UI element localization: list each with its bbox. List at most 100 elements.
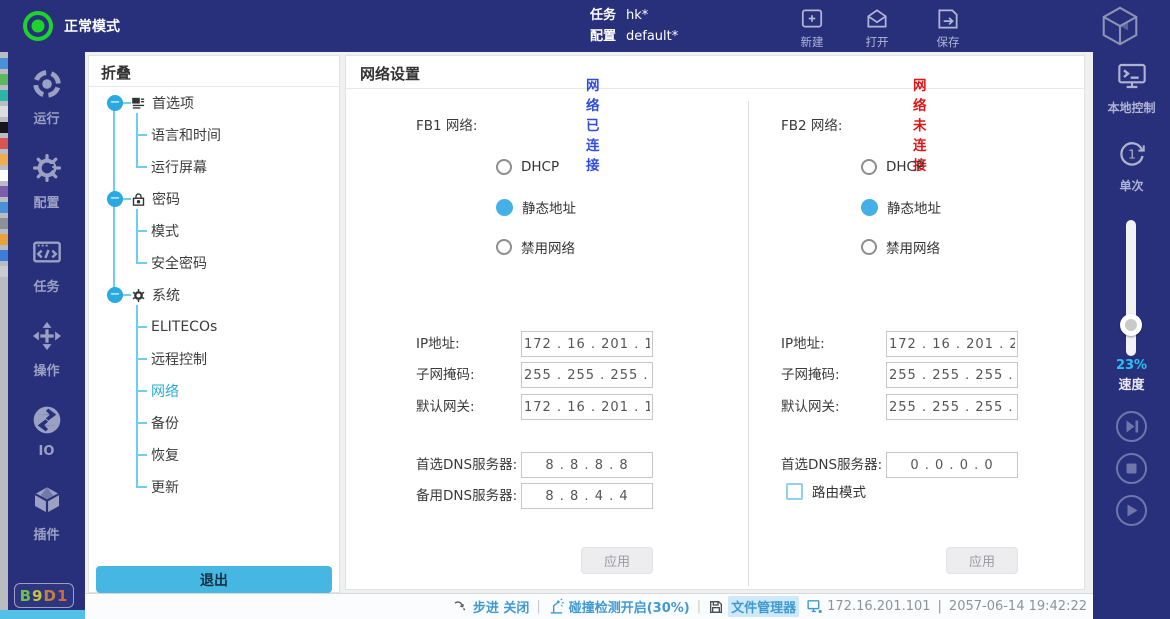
fb1-apply-button[interactable]: 应用 [581,547,653,574]
robot-control-app: 正常模式 任务hk* 配置default* 新建 打开 保存 [0,0,1170,619]
local-control-icon [1116,62,1148,92]
mode-indicator-icon[interactable] [22,10,54,42]
io-icon [31,404,63,436]
svg-text:1: 1 [1127,147,1135,162]
fb1-gateway-label: 默认网关: [416,394,475,420]
plugin-icon [31,484,63,516]
tree-item-network[interactable]: 网络 [151,381,179,401]
fb2-radio-static[interactable]: 静态地址 [861,196,941,218]
collapse-toggle-system[interactable]: − [107,287,123,303]
datetime: 2057-06-14 19:42:22 [949,599,1087,614]
right-control-rail: 本地控制 1 单次 23% 速度 [1093,52,1170,619]
open-button[interactable]: 打开 [849,4,905,50]
fb1-radio-disable[interactable]: 禁用网络 [496,236,575,258]
new-button[interactable]: 新建 [784,4,840,50]
fb2-gateway-input[interactable] [886,394,1018,420]
fb1-dns1-label: 首选DNS服务器: [416,452,517,478]
left-nav-rail: 运行 配置 [8,52,85,610]
fb1-radio-dhcp[interactable]: DHCP [496,156,559,178]
fb1-ip-input[interactable] [521,331,653,357]
network-monitor-icon [806,598,823,615]
floppy-icon [708,599,724,615]
lock-icon [131,192,146,207]
radio-icon[interactable] [496,159,512,175]
collapse-toggle-preferences[interactable]: − [107,95,123,111]
radio-icon[interactable] [861,239,877,255]
tree-item-backup[interactable]: 备份 [151,413,179,433]
fb1-gateway-input[interactable] [521,394,653,420]
tree-item-restore[interactable]: 恢复 [151,445,179,465]
task-value: hk* [626,5,648,26]
tree-item-preferences[interactable]: 首选项 [131,93,194,113]
stop-button[interactable] [1115,452,1148,485]
tree-item-password[interactable]: 密码 [131,189,180,209]
single-cycle-button[interactable]: 1 单次 [1093,138,1170,194]
operate-icon [31,320,63,352]
fb2-radio-disable[interactable]: 禁用网络 [861,236,940,258]
fb1-dns2-input[interactable] [521,483,653,509]
play-button[interactable] [1115,494,1148,527]
gear-icon [131,288,146,303]
tree-item-system[interactable]: 系统 [131,285,180,305]
fb1-radio-static[interactable]: 静态地址 [496,196,576,218]
tree-item-remote-control[interactable]: 远程控制 [151,349,207,369]
radio-icon[interactable] [861,159,877,175]
desktop-edge-strip [0,52,8,610]
tree-item-mode[interactable]: 模式 [151,221,179,241]
nav-operate[interactable]: 操作 [12,320,82,379]
status-bar: 步进 关闭 | 碰撞检测开启(30%) | 文件管理器 17 [85,593,1093,619]
fb2-dns1-label: 首选DNS服务器: [781,452,882,478]
fb2-apply-button[interactable]: 应用 [946,547,1018,574]
step-icon [453,599,469,615]
collision-detection-status[interactable]: 碰撞检测开启(30%) [548,597,690,616]
fb1-column: FB1 网络: 网络已连接 DHCP 静态地址 禁用网络 IP地址: 子网掩码: [346,92,748,591]
fb1-dns1-input[interactable] [521,452,653,478]
checkbox-icon[interactable] [786,483,803,500]
tree-item-run-screen[interactable]: 运行屏幕 [151,157,207,177]
fb2-ip-input[interactable] [886,331,1018,357]
settings-tree-panel: 折叠 − − − 首选项 语言和时间 运行屏幕 密码 模式 [88,55,340,593]
collapse-toggle-password[interactable]: − [107,191,123,207]
desktop-taskbar-corner [0,610,85,619]
radio-icon[interactable] [496,239,512,255]
nav-task[interactable]: 任务 [12,236,82,295]
fb2-ip-label: IP地址: [781,331,825,357]
radio-icon[interactable] [861,199,878,216]
nav-run[interactable]: 运行 [12,68,82,127]
mode-label: 正常模式 [64,0,120,52]
tree-item-update[interactable]: 更新 [151,477,179,497]
tree-branch-line [136,209,138,263]
new-file-icon [799,6,825,32]
exit-button[interactable]: 退出 [96,566,332,593]
top-bar: 正常模式 任务hk* 配置default* 新建 打开 保存 [0,0,1170,52]
page-title: 网络设置 [360,63,420,84]
nav-plugin[interactable]: 插件 [12,484,82,543]
save-button[interactable]: 保存 [920,4,976,50]
fb2-netmask-input[interactable] [886,362,1018,388]
radio-icon[interactable] [496,199,513,216]
speed-slider-thumb[interactable] [1120,314,1142,336]
task-config-group: 任务hk* 配置default* [590,5,678,47]
fb2-dns1-input[interactable] [886,452,1018,478]
tree-item-elitecos[interactable]: ELITECOs [151,317,217,337]
step-forward-button[interactable] [1115,410,1148,443]
tree-item-language-time[interactable]: 语言和时间 [151,125,221,145]
brand-cube-logo-icon [1096,3,1144,49]
network-address-status[interactable]: 172.16.201.101 [806,598,930,615]
step-mode-status[interactable]: 步进 关闭 [453,597,530,616]
speed-label: 速度 [1093,374,1170,393]
fb1-netmask-input[interactable] [521,362,653,388]
fb1-label: FB1 网络: [416,114,477,134]
status-badge[interactable]: B9D1 [14,583,74,608]
local-control-button[interactable]: 本地控制 [1093,62,1170,116]
nav-config[interactable]: 配置 [12,152,82,211]
task-icon [31,236,63,268]
single-cycle-icon: 1 [1116,138,1148,170]
nav-io[interactable]: IO [12,404,82,459]
tree-panel-title: 折叠 [101,62,131,83]
file-manager-button[interactable]: 文件管理器 [708,596,799,617]
fb2-radio-dhcp[interactable]: DHCP [861,156,924,178]
tree-item-safety-password[interactable]: 安全密码 [151,253,207,273]
collision-icon [548,598,565,615]
fb2-route-mode[interactable]: 路由模式 [786,481,866,501]
